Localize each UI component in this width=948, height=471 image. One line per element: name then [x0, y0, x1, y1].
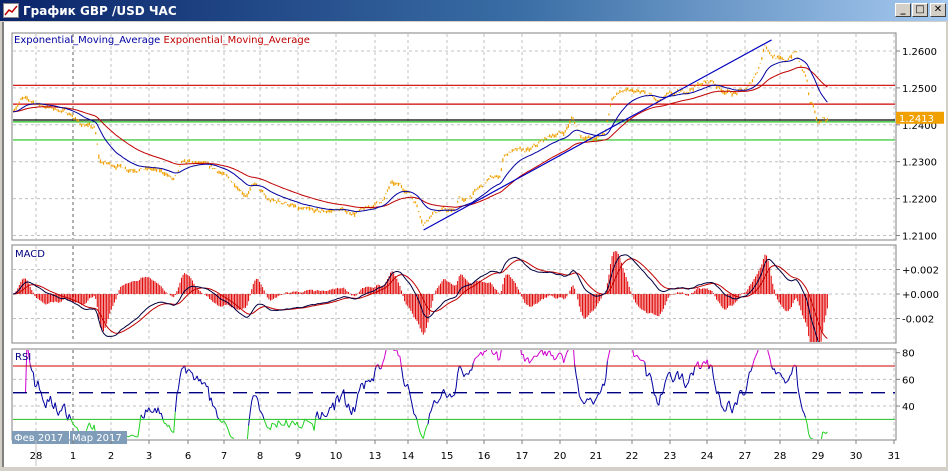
- price-tick-label: 1.2300: [902, 158, 937, 169]
- date-tick-label: 20: [554, 451, 567, 462]
- rsi-segment: [99, 448, 101, 449]
- rsi-segment: [75, 426, 78, 429]
- rsi-segment: [517, 345, 519, 346]
- month-label: Мар 2017: [72, 433, 122, 444]
- date-tick-label: 22: [626, 451, 639, 462]
- date-tick-label: 23: [664, 451, 677, 462]
- date-tick-label: 1: [70, 451, 76, 462]
- price-tick-label: 1.2500: [902, 84, 937, 95]
- rsi-tick-label: 80: [902, 349, 915, 360]
- price-panel: [11, 32, 897, 241]
- price-tick-label: 1.2600: [902, 47, 937, 58]
- rsi-segment: [235, 441, 237, 443]
- date-tick-label: 29: [812, 451, 825, 462]
- rsi-segment: [614, 343, 616, 344]
- rsi-segment: [611, 345, 613, 347]
- rsi-segment: [241, 446, 243, 448]
- date-tick-label: 15: [441, 451, 454, 462]
- macd-label: MACD: [15, 249, 45, 260]
- rsi-segment: [131, 434, 134, 437]
- macd-tick-label: +0.000: [902, 290, 939, 301]
- price-tick-label: 1.2200: [902, 195, 937, 206]
- date-tick-label: 6: [185, 451, 191, 462]
- price-tick-label: 1.2100: [902, 232, 937, 243]
- rsi-segment: [749, 370, 752, 373]
- rsi-segment: [724, 410, 727, 412]
- date-tick-label: 21: [590, 451, 603, 462]
- date-tick-label: 10: [330, 451, 343, 462]
- date-tick-label: 14: [402, 451, 415, 462]
- rsi-segment: [126, 435, 129, 438]
- rsi-segment: [489, 345, 491, 347]
- rsi-segment: [815, 442, 817, 444]
- month-label: Фев 2017: [14, 433, 63, 444]
- current-price-label: 1.2413: [899, 114, 934, 125]
- date-tick-label: 3: [146, 451, 152, 462]
- date-tick-label: 27: [739, 451, 752, 462]
- rsi-segment: [387, 344, 389, 347]
- date-tick-label: 2: [108, 451, 114, 462]
- date-tick-label: 28: [774, 451, 787, 462]
- rsi-segment: [646, 375, 649, 377]
- rsi-segment: [104, 445, 106, 449]
- rsi-segment: [242, 448, 244, 449]
- rsi-segment: [134, 435, 137, 438]
- legend: Exponential_Moving_Average Exponential_M…: [14, 35, 310, 46]
- rsi-segment: [633, 355, 636, 358]
- rsi-segment: [612, 344, 614, 345]
- rsi-segment: [244, 449, 246, 450]
- rsi-label: RSI: [15, 352, 31, 363]
- date-tick-label: 7: [221, 451, 227, 462]
- rsi-tick-label: 40: [902, 402, 915, 413]
- rsi-segment: [307, 420, 310, 423]
- rsi-segment: [128, 435, 131, 438]
- legend-ema-fast: Exponential_Moving_Average: [14, 35, 161, 46]
- rsi-segment: [271, 422, 274, 425]
- rsi-segment: [759, 345, 761, 348]
- rsi-segment: [570, 343, 572, 346]
- macd-tick-label: +0.002: [902, 266, 939, 277]
- date-tick-label: 30: [850, 451, 863, 462]
- rsi-segment: [108, 445, 110, 446]
- rsi-segment: [465, 373, 468, 375]
- date-tick-label: 24: [701, 451, 714, 462]
- date-tick-label: 13: [369, 451, 382, 462]
- rsi-segment: [816, 444, 818, 445]
- chart-area[interactable]: 1.26001.25001.24001.23001.22001.2100+0.0…: [0, 0, 948, 471]
- rsi-segment: [97, 443, 99, 448]
- date-tick-label: 16: [478, 451, 491, 462]
- legend-ema-slow: Exponential_Moving_Average: [163, 35, 310, 46]
- date-tick-label: 9: [295, 451, 301, 462]
- rsi-panel: [11, 348, 897, 441]
- rsi-segment: [236, 443, 238, 444]
- rsi-segment: [245, 443, 247, 449]
- rsi-segment: [110, 445, 112, 446]
- rsi-segment: [132, 435, 135, 437]
- rsi-segment: [273, 423, 276, 425]
- rsi-segment: [238, 444, 240, 446]
- date-tick-label: 31: [888, 451, 901, 462]
- rsi-segment: [810, 437, 812, 439]
- rsi-segment: [231, 436, 234, 439]
- rsi-segment: [820, 441, 822, 443]
- rsi-tick-label: 60: [902, 375, 915, 386]
- macd-tick-label: -0.002: [902, 315, 934, 326]
- date-tick-label: 17: [516, 451, 529, 462]
- date-tick-label: 8: [257, 451, 263, 462]
